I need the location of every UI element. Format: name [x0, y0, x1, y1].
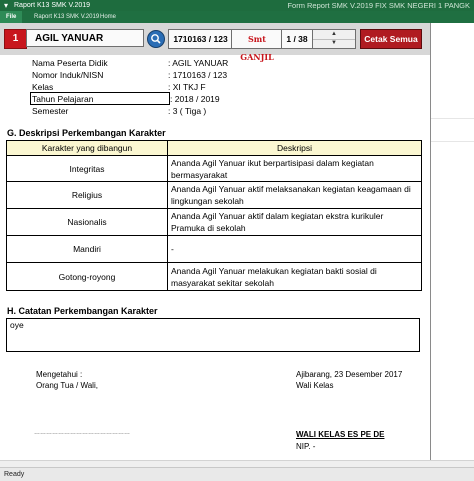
identity-value-nisn: : 1710163 / 123 — [168, 70, 228, 80]
identity-label-semester: Semester — [32, 106, 69, 116]
header-deskripsi: Deskripsi — [167, 140, 422, 156]
ribbon-tab-bar: File Raport K13 SMK V.2019 Home — [0, 11, 474, 23]
karakter-cell[interactable]: Nasionalis — [6, 208, 168, 236]
identity-label-nisn: Nomor Induk/NISN — [32, 70, 104, 80]
student-number: 1 — [4, 29, 27, 49]
print-all-button[interactable]: Cetak Semua — [360, 29, 422, 49]
table-row: Nasionalis Ananda Agil Yanuar aktif dala… — [6, 208, 422, 236]
student-name-box: AGIL YANUAR — [26, 29, 144, 47]
identity-value-semester: : 3 ( Tiga ) — [168, 106, 207, 116]
identity-label-tahun: Tahun Pelajaran — [32, 94, 94, 104]
karakter-cell[interactable]: Integritas — [6, 155, 168, 182]
teacher-name: WALI KELAS ES PE DE — [296, 430, 385, 439]
sign-left-blank: ………………………………………… — [34, 430, 130, 436]
quick-access-title: Raport K13 SMK V.2019 — [14, 2, 91, 9]
grid-line — [431, 118, 474, 119]
teacher-nip: NIP. - — [296, 442, 316, 451]
deskripsi-cell[interactable]: - — [167, 235, 422, 263]
deskripsi-cell[interactable]: Ananda Agil Yanuar ikut berpartisipasi d… — [167, 155, 422, 182]
identity-value-kelas: : XI TKJ F — [168, 82, 206, 92]
semester-box: Smt GANJIL — [231, 29, 283, 62]
table-row: Integritas Ananda Agil Yanuar ikut berpa… — [6, 155, 422, 182]
sign-left-line2: Orang Tua / Wali, — [36, 381, 98, 390]
search-icon — [151, 34, 161, 44]
deskripsi-cell[interactable]: Ananda Agil Yanuar melakukan kegiatan ba… — [167, 262, 422, 291]
student-id-box: 1710163 / 123 — [168, 29, 233, 49]
sign-right-line2: Wali Kelas — [296, 381, 334, 390]
page-counter: 1 / 38 — [281, 29, 313, 49]
karakter-cell[interactable]: Religius — [6, 181, 168, 209]
tab-file[interactable]: File — [0, 11, 23, 23]
grid-line — [431, 141, 474, 142]
status-bar: Ready — [0, 467, 474, 481]
karakter-cell[interactable]: Mandiri — [6, 235, 168, 263]
karakter-cell[interactable]: Gotong-royong — [6, 262, 168, 291]
identity-label-kelas: Kelas — [32, 82, 54, 92]
section-g-title: G. Deskripsi Perkembangan Karakter — [7, 128, 166, 138]
title-bar: ▾ Raport K13 SMK V.2019 Form Report SMK … — [0, 0, 474, 11]
page-spinner[interactable]: ▲ ▼ — [312, 29, 356, 49]
header-karakter: Karakter yang dibangun — [6, 140, 168, 156]
section-h-title: H. Catatan Perkembangan Karakter — [7, 306, 158, 316]
notes-box[interactable]: oye — [6, 318, 420, 352]
identity-value-name: : AGIL YANUAR — [168, 58, 229, 68]
tab-home[interactable]: Home — [94, 11, 122, 23]
sign-left-line1: Mengetahui : — [36, 370, 83, 379]
table-row: Mandiri - — [6, 235, 422, 263]
identity-value-tahun: : 2018 / 2019 — [170, 94, 220, 104]
deskripsi-cell[interactable]: Ananda Agil Yanuar aktif dalam kegiatan … — [167, 208, 422, 236]
identity-label-name: Nama Peserta Didik — [32, 58, 108, 68]
right-pane — [431, 23, 474, 460]
karakter-table: Karakter yang dibangun Deskripsi Integri… — [6, 140, 422, 291]
table-row: Religius Ananda Agil Yanuar aktif melaks… — [6, 181, 422, 209]
window-title: Form Report SMK V.2019 FIX SMK NEGERI 1 … — [287, 1, 470, 10]
deskripsi-cell[interactable]: Ananda Agil Yanuar aktif melaksanakan ke… — [167, 181, 422, 209]
table-row: Gotong-royong Ananda Agil Yanuar melakuk… — [6, 262, 422, 291]
search-student-button[interactable] — [147, 30, 165, 48]
table-header-row: Karakter yang dibangun Deskripsi — [6, 140, 422, 156]
sign-right-line1: Ajibarang, 23 Desember 2017 — [296, 370, 403, 379]
status-text: Ready — [4, 471, 25, 478]
app-menu-icon[interactable]: ▾ — [4, 0, 8, 11]
spin-down-icon[interactable]: ▼ — [313, 39, 355, 48]
